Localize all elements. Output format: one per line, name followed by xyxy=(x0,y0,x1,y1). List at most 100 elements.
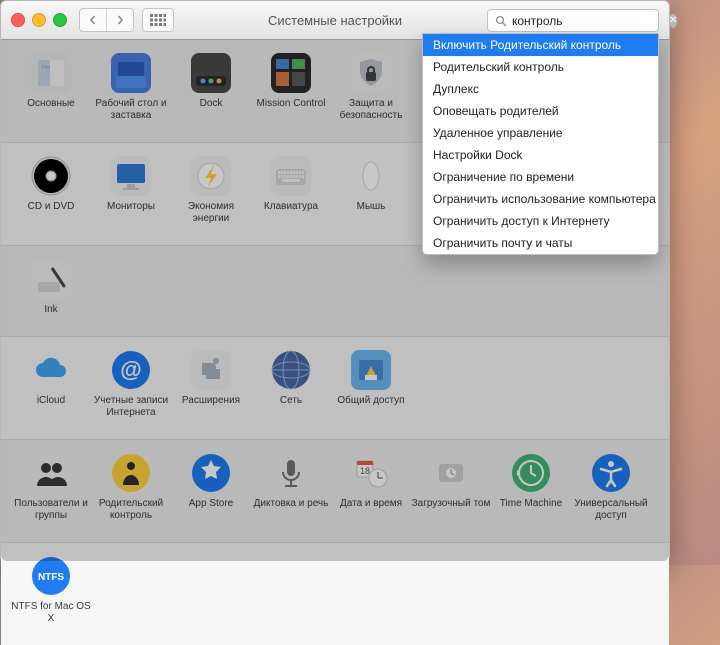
energy-icon xyxy=(190,155,232,197)
pane-row: Ink xyxy=(1,246,669,337)
pref-pane-label: Загрузочный том xyxy=(412,498,491,510)
pref-pane-desktop[interactable]: Рабочий стол и заставка xyxy=(91,52,171,122)
pref-pane-label: Mission Control xyxy=(257,98,326,110)
pref-pane-appstore[interactable]: App Store xyxy=(171,452,251,522)
internet-icon: @ xyxy=(110,349,152,391)
pref-pane-label: Учетные записи Интернета xyxy=(91,395,171,419)
back-button[interactable] xyxy=(80,9,106,31)
datetime-icon: 18 xyxy=(350,452,392,494)
show-all-button[interactable] xyxy=(142,8,174,32)
pref-pane-displays[interactable]: Мониторы xyxy=(91,155,171,225)
speech-icon xyxy=(270,452,312,494)
search-result-item[interactable]: Ограничение по времени xyxy=(423,166,658,188)
minimize-window-button[interactable] xyxy=(32,13,46,27)
window-controls xyxy=(1,13,67,27)
search-result-item[interactable]: Ограничить использование компьютера xyxy=(423,188,658,210)
pref-pane-label: Пользователи и группы xyxy=(11,498,91,522)
search-result-item[interactable]: Ограничить доступ к Интернету xyxy=(423,210,658,232)
close-window-button[interactable] xyxy=(11,13,25,27)
pref-pane-label: Диктовка и речь xyxy=(254,498,329,510)
dock-icon xyxy=(190,52,232,94)
sharing-icon xyxy=(350,349,392,391)
pref-pane-label: Универсальный доступ xyxy=(571,498,651,522)
nav-back-forward xyxy=(79,8,134,32)
pref-pane-cddvd[interactable]: CD и DVD xyxy=(11,155,91,225)
svg-text:NTFS: NTFS xyxy=(38,572,64,583)
pref-pane-energy[interactable]: Экономия энергии xyxy=(171,155,251,225)
pref-pane-label: Мониторы xyxy=(107,201,155,213)
pref-pane-timemachine[interactable]: Time Machine xyxy=(491,452,571,522)
pane-row: Пользователи и группыРодительский контро… xyxy=(1,440,669,543)
pref-pane-users[interactable]: Пользователи и группы xyxy=(11,452,91,522)
pref-pane-ntfs[interactable]: NTFS NTFS for Mac OS X xyxy=(11,555,91,625)
timemachine-icon xyxy=(510,452,552,494)
pref-pane-internet[interactable]: @ Учетные записи Интернета xyxy=(91,349,171,419)
search-result-item[interactable]: Настройки Dock xyxy=(423,144,658,166)
ntfs-icon: NTFS xyxy=(30,555,72,597)
extensions-icon xyxy=(190,349,232,391)
pref-pane-label: Общий доступ xyxy=(337,395,404,407)
search-icon xyxy=(495,15,507,27)
pref-pane-speech[interactable]: Диктовка и речь xyxy=(251,452,331,522)
pref-pane-label: Dock xyxy=(200,98,223,110)
search-result-item[interactable]: Удаленное управление xyxy=(423,122,658,144)
pref-pane-security[interactable]: Защита и безопасность xyxy=(331,52,411,122)
pref-pane-accessibility[interactable]: Универсальный доступ xyxy=(571,452,651,522)
pref-pane-label: Ink xyxy=(44,304,57,316)
mission-icon xyxy=(270,52,312,94)
search-result-item[interactable]: Оповещать родителей xyxy=(423,100,658,122)
search-results-dropdown: Включить Родительский контрольРодительск… xyxy=(422,33,659,255)
pref-pane-network[interactable]: Сеть xyxy=(251,349,331,419)
pref-pane-sharing[interactable]: Общий доступ xyxy=(331,349,411,419)
ink-icon xyxy=(30,258,72,300)
search-result-item[interactable]: Дуплекс xyxy=(423,78,658,100)
network-icon xyxy=(270,349,312,391)
pref-pane-label: NTFS for Mac OS X xyxy=(11,601,91,625)
pref-pane-dock[interactable]: Dock xyxy=(171,52,251,122)
forward-button[interactable] xyxy=(106,9,133,31)
clear-search-button[interactable]: ✕ xyxy=(669,14,677,28)
pref-pane-datetime[interactable]: 18Дата и время xyxy=(331,452,411,522)
pref-pane-label: Экономия энергии xyxy=(171,201,251,225)
icloud-icon xyxy=(30,349,72,391)
pref-pane-label: Сеть xyxy=(280,395,302,407)
pref-pane-label: Клавиатура xyxy=(264,201,318,213)
svg-text:File: File xyxy=(42,65,50,71)
general-icon: File xyxy=(30,52,72,94)
accessibility-icon xyxy=(590,452,632,494)
pref-pane-label: iCloud xyxy=(37,395,65,407)
pref-pane-label: Защита и безопасность xyxy=(331,98,411,122)
search-result-item[interactable]: Ограничить почту и чаты xyxy=(423,232,658,254)
pref-pane-keyboard[interactable]: Клавиатура xyxy=(251,155,331,225)
search-result-item[interactable]: Родительский контроль xyxy=(423,56,658,78)
pref-pane-label: App Store xyxy=(189,498,233,510)
pref-pane-startup[interactable]: Загрузочный том xyxy=(411,452,491,522)
pref-pane-label: Расширения xyxy=(182,395,240,407)
search-input[interactable] xyxy=(510,14,669,28)
displays-icon xyxy=(110,155,152,197)
pref-pane-icloud[interactable]: iCloud xyxy=(11,349,91,419)
search-result-item[interactable]: Включить Родительский контроль xyxy=(423,34,658,56)
pref-pane-mouse[interactable]: Мышь xyxy=(331,155,411,225)
pane-row: NTFS NTFS for Mac OS X xyxy=(1,543,669,645)
pref-pane-label: Основные xyxy=(27,98,74,110)
pref-pane-label: Родительский контроль xyxy=(91,498,171,522)
appstore-icon xyxy=(190,452,232,494)
users-icon xyxy=(30,452,72,494)
grid-icon xyxy=(150,14,166,26)
pref-pane-label: Рабочий стол и заставка xyxy=(91,98,171,122)
pref-pane-parental[interactable]: Родительский контроль xyxy=(91,452,171,522)
security-icon xyxy=(350,52,392,94)
pref-pane-ink[interactable]: Ink xyxy=(11,258,91,316)
cddvd-icon xyxy=(30,155,72,197)
pref-pane-label: Мышь xyxy=(357,201,386,213)
search-field[interactable]: ✕ xyxy=(487,9,659,32)
parental-icon xyxy=(110,452,152,494)
pref-pane-extensions[interactable]: Расширения xyxy=(171,349,251,419)
zoom-window-button[interactable] xyxy=(53,13,67,27)
desktop-icon xyxy=(110,52,152,94)
pref-pane-general[interactable]: File Основные xyxy=(11,52,91,122)
system-preferences-window: Системные настройки ✕ FileОсновныеРабочи… xyxy=(0,0,670,562)
pref-pane-label: Time Machine xyxy=(500,498,562,510)
pref-pane-mission[interactable]: Mission Control xyxy=(251,52,331,122)
